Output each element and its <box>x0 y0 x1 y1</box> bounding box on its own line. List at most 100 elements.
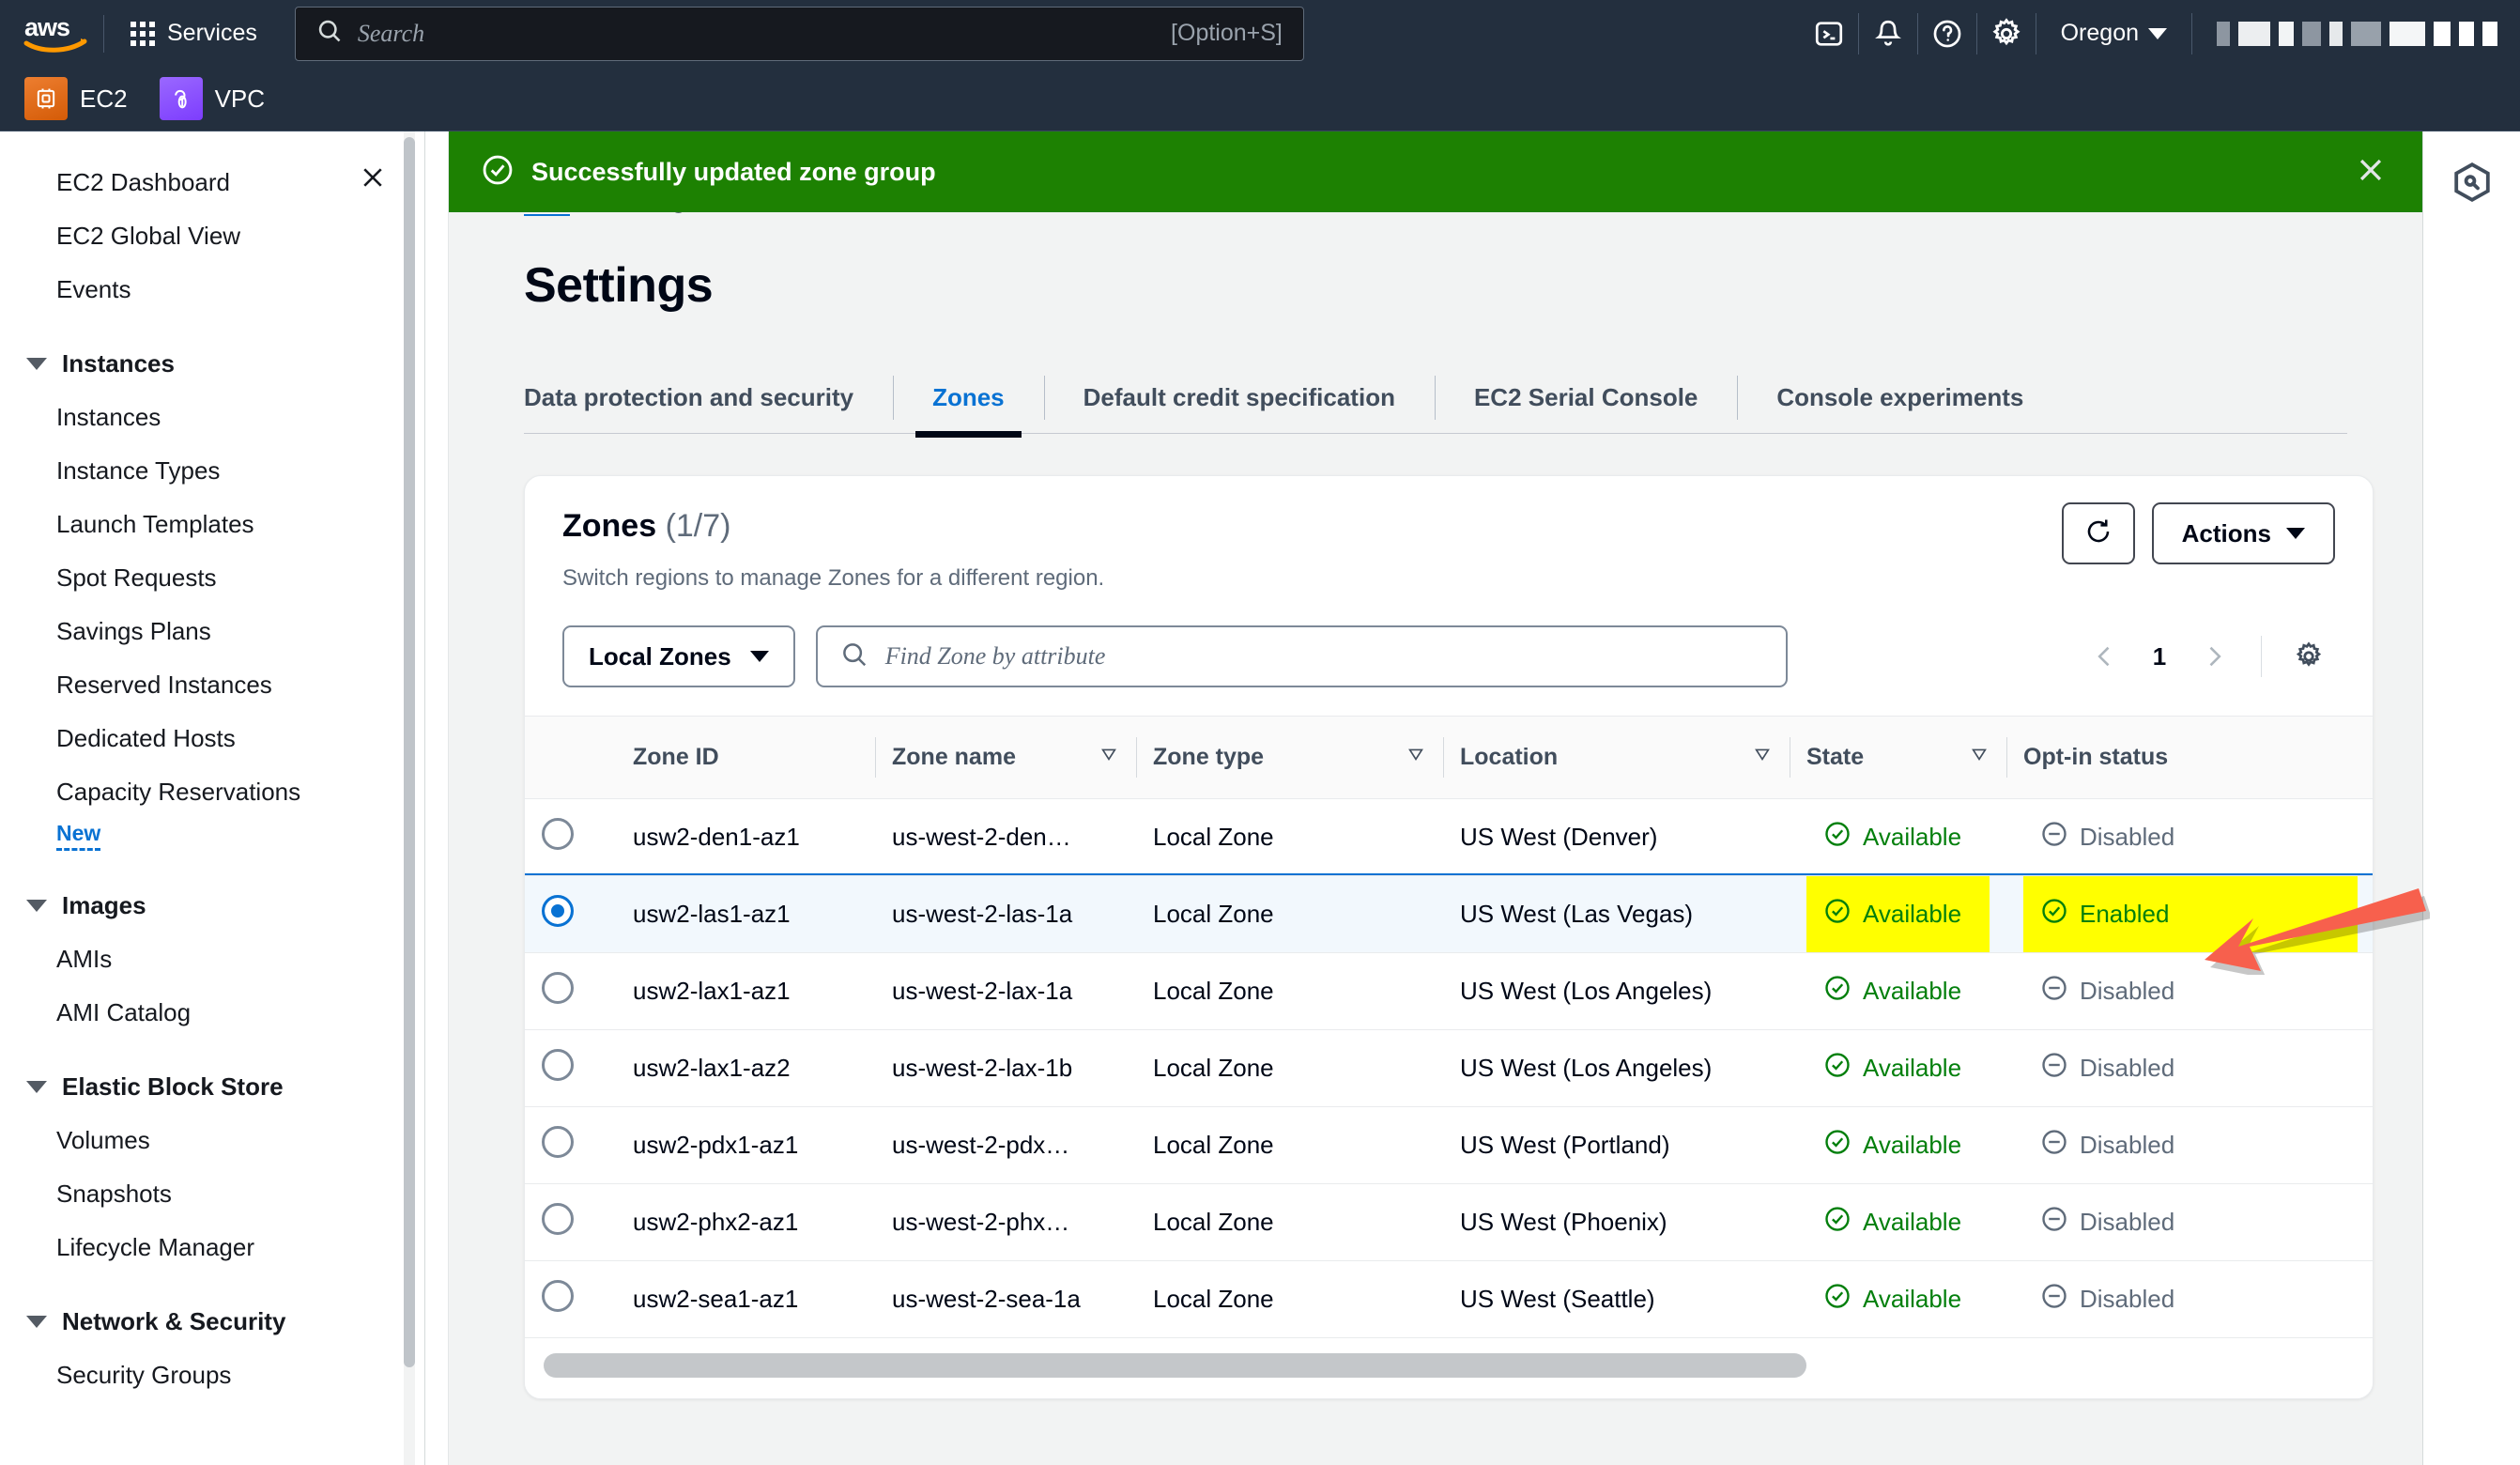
cell-zone-id: usw2-phx2-az1 <box>616 1183 875 1261</box>
table-row[interactable]: usw2-sea1-az1 us-west-2-sea-1a Local Zone U… <box>525 1260 2373 1338</box>
global-search-input[interactable]: Search [Option+S] <box>294 6 1304 61</box>
search-shortcut-hint: [Option+S] <box>1171 20 1283 46</box>
row-select-cell[interactable] <box>525 798 616 876</box>
sidebar-item-savings-plans[interactable]: Savings Plans <box>0 605 424 658</box>
sidebar-group-network-and-security[interactable]: Network & Security <box>0 1295 424 1349</box>
cell-zone-id: usw2-las1-az1 <box>616 875 875 953</box>
sidebar-scrollbar-thumb[interactable] <box>404 137 415 1367</box>
next-page-button[interactable] <box>2188 630 2240 683</box>
row-radio-button[interactable] <box>542 1049 574 1081</box>
column-header-optin-status[interactable]: Opt-in status <box>2006 716 2373 799</box>
row-radio-button[interactable] <box>542 1126 574 1158</box>
service-shortcut-ec2[interactable]: EC2 <box>24 77 128 120</box>
sidebar-item-ec2-dashboard[interactable]: EC2 Dashboard <box>56 156 230 209</box>
sidebar-item-security-groups[interactable]: Security Groups <box>0 1349 424 1402</box>
success-message: Successfully updated zone group <box>531 157 936 186</box>
status-optin-icon <box>2040 974 2068 1009</box>
sidebar-group-images[interactable]: Images <box>0 879 424 933</box>
service-shortcut-vpc[interactable]: VPC <box>159 77 265 120</box>
tab-console-experiments[interactable]: Console experiments <box>1737 362 2063 433</box>
sidebar-item-volumes[interactable]: Volumes <box>0 1114 424 1167</box>
flashbar-close-icon[interactable] <box>2343 143 2398 202</box>
pagination-separator <box>2261 636 2262 677</box>
current-page-number[interactable]: 1 <box>2139 642 2180 671</box>
table-row[interactable]: usw2-phx2-az1 us-west-2-phx… Local Zone US … <box>525 1183 2373 1261</box>
table-preferences-gear-icon[interactable] <box>2282 630 2335 683</box>
cell-zone-id: usw2-sea1-az1 <box>616 1260 875 1338</box>
sidebar-item-amis[interactable]: AMIs <box>0 933 424 986</box>
sidebar-item-capacity-reservations[interactable]: Capacity Reservations <box>0 765 424 819</box>
cell-zone-id: usw2-lax1-az1 <box>616 952 875 1030</box>
sidebar-item-dedicated-hosts[interactable]: Dedicated Hosts <box>0 712 424 765</box>
table-scrollbar-track[interactable] <box>544 1353 2354 1378</box>
chevron-down-icon <box>26 1081 47 1093</box>
services-menu-button[interactable]: Services <box>117 12 270 54</box>
sidebar-item-reserved-instances[interactable]: Reserved Instances <box>0 658 424 712</box>
notifications-bell-icon[interactable] <box>1859 0 1917 67</box>
row-select-cell[interactable] <box>525 1106 616 1184</box>
region-selector-button[interactable]: Oregon <box>2036 0 2191 67</box>
zones-table-header-row: Zone ID Zone name Zone type Location Sta… <box>525 716 2373 799</box>
sidebar-close-icon[interactable] <box>351 156 394 204</box>
sort-icon[interactable] <box>1752 744 1773 771</box>
column-header-state-label: State <box>1806 744 1865 770</box>
row-select-cell[interactable] <box>525 952 616 1030</box>
cell-zone-type: Local Zone <box>1136 952 1443 1030</box>
column-header-state[interactable]: State <box>1790 716 2006 799</box>
previous-page-button[interactable] <box>2079 630 2131 683</box>
account-menu-redacted[interactable] <box>2192 21 2520 46</box>
help-question-icon[interactable] <box>1918 0 1976 67</box>
zones-panel: Zones (1/7) Switch regions to manage Zon… <box>524 475 2374 1399</box>
sidebar-item-lifecycle-manager[interactable]: Lifecycle Manager <box>0 1221 424 1274</box>
cloudshell-terminal-icon[interactable] <box>1800 0 1858 67</box>
column-header-location[interactable]: Location <box>1443 716 1790 799</box>
sort-icon[interactable] <box>1099 744 1119 771</box>
sidebar-header-row: EC2 Dashboard <box>0 156 424 209</box>
row-select-cell[interactable] <box>525 1029 616 1107</box>
sidebar-group-elastic-block-store[interactable]: Elastic Block Store <box>0 1060 424 1114</box>
sidebar-item-instance-types[interactable]: Instance Types <box>0 444 424 498</box>
row-radio-button[interactable] <box>542 1280 574 1312</box>
row-radio-button[interactable] <box>542 972 574 1004</box>
actions-button[interactable]: Actions <box>2151 502 2335 564</box>
row-select-cell[interactable] <box>525 875 616 953</box>
row-radio-button[interactable] <box>542 895 574 927</box>
table-row[interactable]: usw2-las1-az1 us-west-2-las-1a Local Zone U… <box>525 875 2373 953</box>
table-row[interactable]: usw2-pdx1-az1 us-west-2-pdx… Local Zone US … <box>525 1106 2373 1184</box>
aws-logo[interactable]: aws <box>23 13 90 54</box>
sidebar-item-ami-catalog[interactable]: AMI Catalog <box>0 986 424 1040</box>
tab-ec2-serial-console[interactable]: EC2 Serial Console <box>1434 362 1737 433</box>
sidebar-item-snapshots[interactable]: Snapshots <box>0 1167 424 1221</box>
tab-default-credit-specification[interactable]: Default credit specification <box>1043 362 1435 433</box>
sort-icon[interactable] <box>1406 744 1426 771</box>
sort-icon[interactable] <box>1969 744 1990 771</box>
row-select-cell[interactable] <box>525 1260 616 1338</box>
service-shortcut-bar: EC2 VPC <box>0 67 2520 131</box>
sidebar-item-ec2-global-view[interactable]: EC2 Global View <box>0 209 424 263</box>
table-scrollbar-thumb[interactable] <box>544 1353 1806 1378</box>
search-icon <box>840 640 868 673</box>
sidebar-item-events[interactable]: Events <box>0 263 424 316</box>
column-header-zone-id[interactable]: Zone ID <box>616 716 875 799</box>
row-select-cell[interactable] <box>525 1183 616 1261</box>
sidebar-item-spot-requests[interactable]: Spot Requests <box>0 551 424 605</box>
row-radio-button[interactable] <box>542 1203 574 1235</box>
sidebar-item-launch-templates[interactable]: Launch Templates <box>0 498 424 551</box>
zone-type-filter-value: Local Zones <box>589 641 731 671</box>
table-row[interactable]: usw2-den1-az1 us-west-2-den… Local Zone US … <box>525 798 2373 876</box>
column-header-zone-type[interactable]: Zone type <box>1136 716 1443 799</box>
row-radio-button[interactable] <box>542 818 574 850</box>
column-header-zone-name[interactable]: Zone name <box>875 716 1136 799</box>
sidebar-group-instances[interactable]: Instances <box>0 337 424 391</box>
tab-data-protection-and-security[interactable]: Data protection and security <box>524 362 893 433</box>
info-panel-icon[interactable] <box>2444 154 2500 210</box>
refresh-button[interactable] <box>2061 502 2135 564</box>
table-row[interactable]: usw2-lax1-az2 us-west-2-lax-1b Local Zone U… <box>525 1029 2373 1107</box>
sidebar-badge-new[interactable]: New <box>0 819 101 858</box>
zone-search-input[interactable]: Find Zone by attribute <box>815 625 1788 687</box>
zone-type-filter-select[interactable]: Local Zones <box>562 625 795 687</box>
settings-gear-icon[interactable] <box>1977 0 2036 67</box>
sidebar-item-instances[interactable]: Instances <box>0 391 424 444</box>
table-row[interactable]: usw2-lax1-az1 us-west-2-lax-1a Local Zone U… <box>525 952 2373 1030</box>
tab-zones[interactable]: Zones <box>893 362 1044 438</box>
